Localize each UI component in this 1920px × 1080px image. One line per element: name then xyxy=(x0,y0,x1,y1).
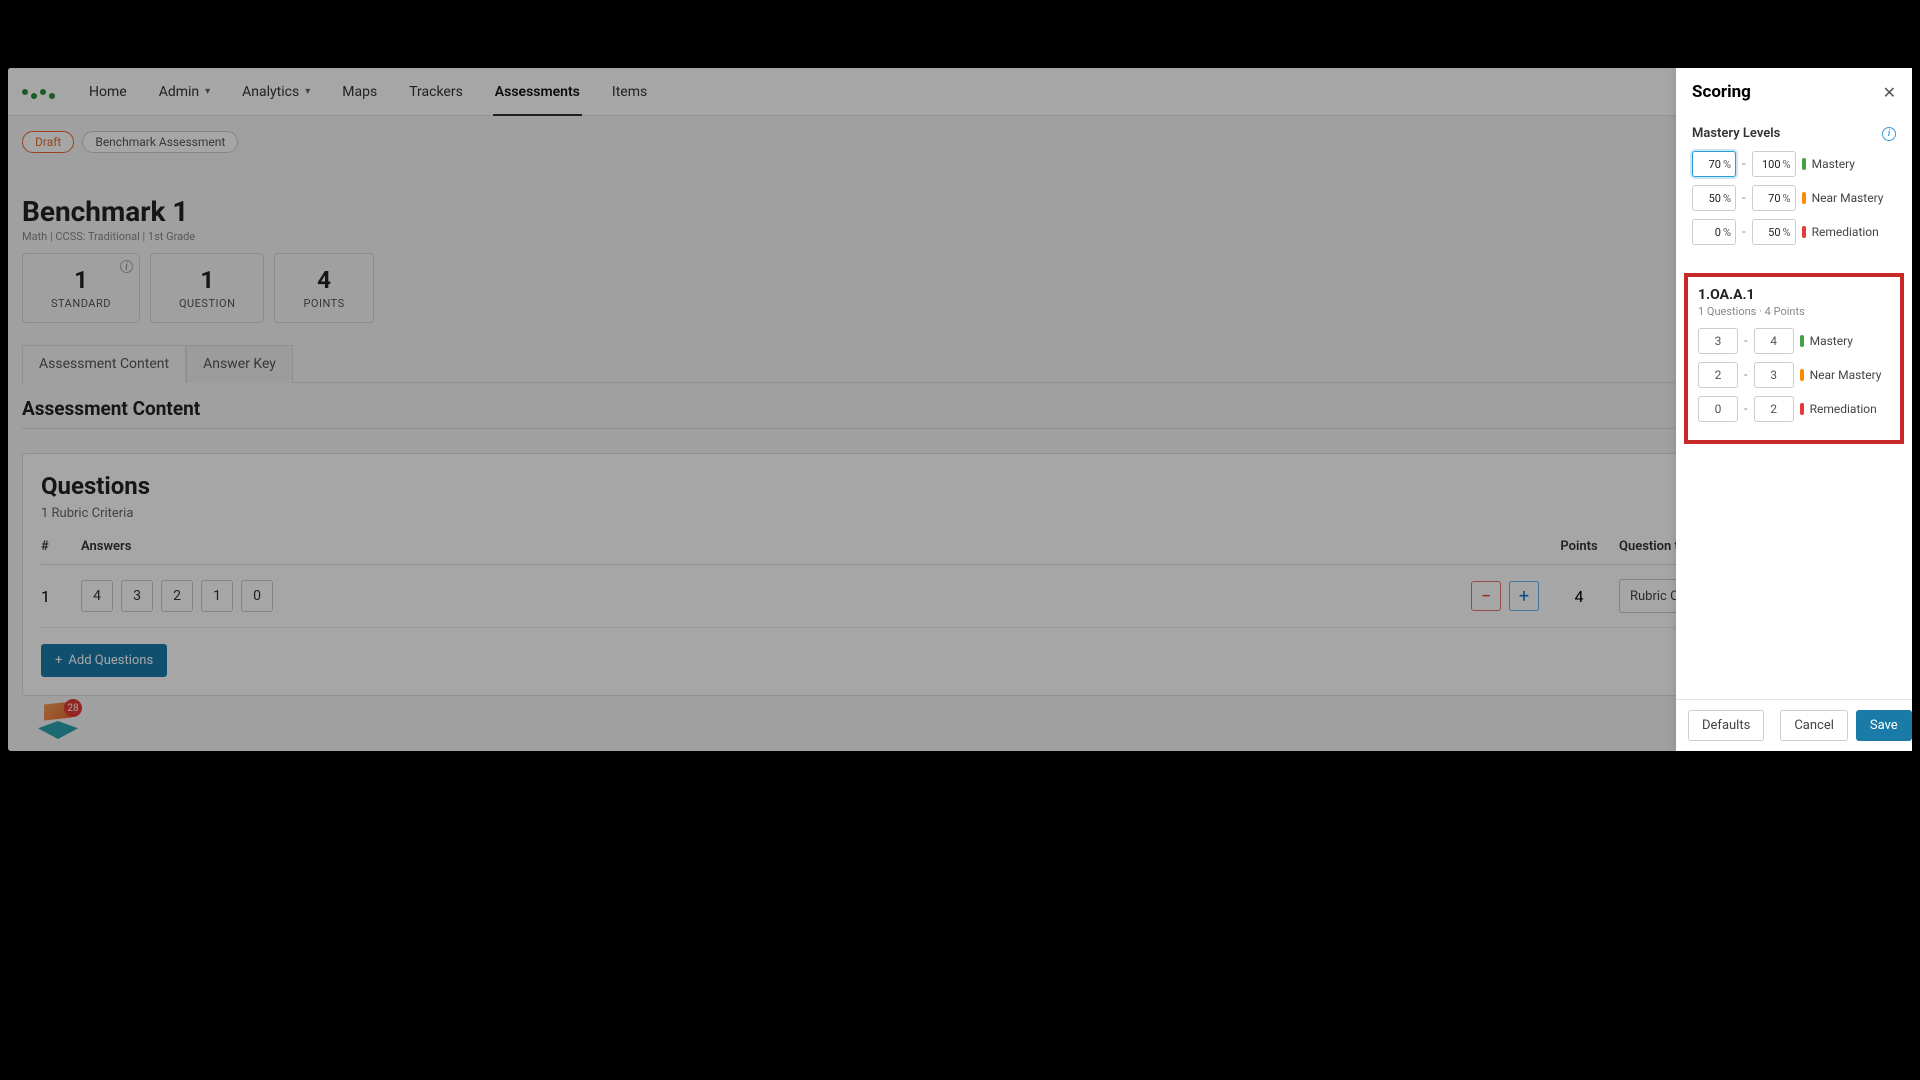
question-points: 4 xyxy=(1539,587,1619,606)
level-color-mark xyxy=(1802,226,1806,238)
add-questions-button[interactable]: + Add Questions xyxy=(41,644,167,677)
nav-admin[interactable]: Admin▾ xyxy=(143,68,226,116)
scoring-panel: Scoring ✕ Mastery Levels i 70 %-100 %Mas… xyxy=(1676,68,1912,751)
type-badge: Benchmark Assessment xyxy=(82,131,238,153)
standard-level-row: 0-2Remediation xyxy=(1698,396,1890,422)
std-high-input[interactable]: 2 xyxy=(1754,396,1794,422)
answer-box[interactable]: 2 xyxy=(161,580,193,612)
question-row: 1 43210 − + 4 Rubric Criteria ▾ 1. xyxy=(41,565,1879,628)
std-low-input[interactable]: 2 xyxy=(1698,362,1738,388)
level-color-mark xyxy=(1800,369,1804,381)
level-low-input[interactable]: 0 % xyxy=(1692,219,1736,245)
mastery-levels-title: Mastery Levels xyxy=(1692,126,1780,141)
logo[interactable] xyxy=(22,89,55,95)
std-low-input[interactable]: 0 xyxy=(1698,396,1738,422)
nav-home[interactable]: Home xyxy=(73,68,143,116)
std-high-input[interactable]: 3 xyxy=(1754,362,1794,388)
col-header-num: # xyxy=(41,539,81,554)
questions-title: Questions xyxy=(41,472,1879,500)
level-label: Mastery xyxy=(1812,157,1855,171)
answer-box[interactable]: 0 xyxy=(241,580,273,612)
stat-number: 1 xyxy=(51,266,111,294)
chevron-down-icon: ▾ xyxy=(205,86,210,97)
add-answer-button[interactable]: + xyxy=(1509,581,1539,611)
level-low-input[interactable]: 70 % xyxy=(1692,151,1736,177)
nav-maps[interactable]: Maps xyxy=(326,68,393,116)
level-high-input[interactable]: 70 % xyxy=(1752,185,1796,211)
standard-block: 1.OA.A.1 1 Questions · 4 Points 3-4Maste… xyxy=(1684,273,1904,444)
std-low-input[interactable]: 3 xyxy=(1698,328,1738,354)
info-icon[interactable]: i xyxy=(120,260,133,273)
questions-subtitle: 1 Rubric Criteria xyxy=(41,506,1879,521)
save-button[interactable]: Save xyxy=(1856,710,1912,741)
status-badge-draft: Draft xyxy=(22,131,74,153)
col-header-points: Points xyxy=(1539,539,1619,554)
mastery-level-row: 0 %-50 %Remediation xyxy=(1692,219,1896,245)
stat-number: 4 xyxy=(303,266,344,294)
nav-items[interactable]: Items xyxy=(596,68,663,116)
level-color-mark xyxy=(1802,158,1806,170)
standard-level-row: 3-4Mastery xyxy=(1698,328,1890,354)
level-label: Remediation xyxy=(1812,225,1879,239)
nav-trackers[interactable]: Trackers xyxy=(393,68,479,116)
level-color-mark xyxy=(1800,335,1804,347)
info-icon[interactable]: i xyxy=(1882,127,1896,141)
help-widget[interactable]: 28 xyxy=(38,703,78,743)
nav-analytics[interactable]: Analytics▾ xyxy=(226,68,326,116)
stat-number: 1 xyxy=(179,266,235,294)
stat-card: 1 QUESTION xyxy=(150,253,264,323)
level-high-input[interactable]: 50 % xyxy=(1752,219,1796,245)
section-title: Assessment Content xyxy=(22,397,200,420)
tab-answer-key[interactable]: Answer Key xyxy=(186,345,293,383)
answer-box[interactable]: 1 xyxy=(201,580,233,612)
plus-icon: + xyxy=(55,653,62,668)
level-label: Remediation xyxy=(1810,402,1877,416)
mastery-level-row: 70 %-100 %Mastery xyxy=(1692,151,1896,177)
level-color-mark xyxy=(1800,403,1804,415)
col-header-answers: Answers xyxy=(81,539,1449,554)
defaults-button[interactable]: Defaults xyxy=(1688,710,1764,741)
breadcrumb: Math | CCSS: Traditional | 1st Grade xyxy=(8,228,1912,253)
answer-box[interactable]: 3 xyxy=(121,580,153,612)
notification-badge: 28 xyxy=(64,699,82,717)
level-color-mark xyxy=(1802,192,1806,204)
page-title: Benchmark 1 xyxy=(8,191,1912,228)
remove-answer-button[interactable]: − xyxy=(1471,581,1501,611)
stat-card: 4 POINTS xyxy=(274,253,373,323)
level-low-input[interactable]: 50 % xyxy=(1692,185,1736,211)
tab-assessment-content[interactable]: Assessment Content xyxy=(22,345,186,383)
close-button[interactable]: ✕ xyxy=(1883,83,1896,102)
level-label: Mastery xyxy=(1810,334,1853,348)
stat-label: QUESTION xyxy=(179,297,235,310)
stat-card: i1 STANDARD xyxy=(22,253,140,323)
standard-level-row: 2-3Near Mastery xyxy=(1698,362,1890,388)
stat-label: STANDARD xyxy=(51,297,111,310)
standard-sub: 1 Questions · 4 Points xyxy=(1698,305,1890,318)
answer-box[interactable]: 4 xyxy=(81,580,113,612)
mastery-level-row: 50 %-70 %Near Mastery xyxy=(1692,185,1896,211)
std-high-input[interactable]: 4 xyxy=(1754,328,1794,354)
level-label: Near Mastery xyxy=(1812,191,1884,205)
level-high-input[interactable]: 100 % xyxy=(1752,151,1796,177)
chevron-down-icon: ▾ xyxy=(305,86,310,97)
cancel-button[interactable]: Cancel xyxy=(1780,710,1848,741)
standard-code: 1.OA.A.1 xyxy=(1698,287,1890,303)
nav-assessments[interactable]: Assessments xyxy=(479,68,596,116)
stat-label: POINTS xyxy=(303,297,344,310)
top-nav: Home Admin▾ Analytics▾ Maps Trackers Ass… xyxy=(8,68,1912,116)
level-label: Near Mastery xyxy=(1810,368,1882,382)
question-number: 1 xyxy=(41,587,81,606)
scoring-panel-title: Scoring xyxy=(1692,82,1751,102)
